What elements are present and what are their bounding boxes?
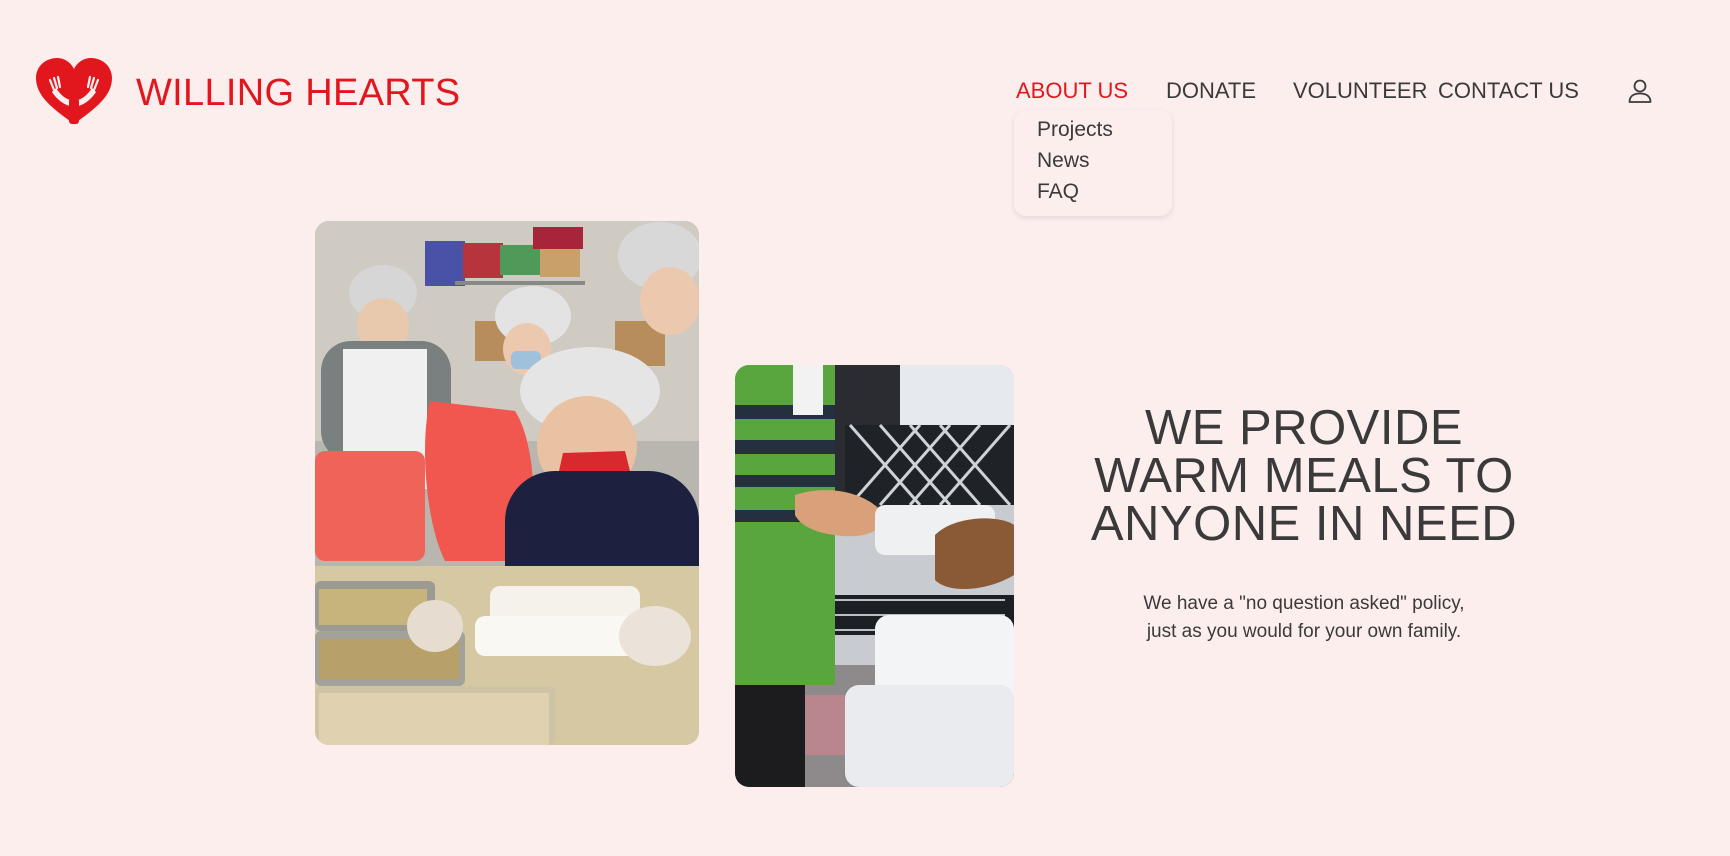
hero-description-line: just as you would for your own family. (1146, 621, 1462, 642)
brand-name: WILLING HEARTS (136, 71, 461, 114)
user-account-button[interactable] (1626, 77, 1654, 105)
nav-donate[interactable]: DONATE (1166, 78, 1256, 104)
nav-volunteer[interactable]: VOLUNTEER (1293, 78, 1427, 104)
heart-hands-icon (36, 58, 112, 124)
hero-description: We have a "no question asked" policy, ju… (1064, 590, 1544, 646)
nav-contact-us[interactable]: CONTACT US (1438, 78, 1579, 104)
home-logo-link[interactable]: WILLING HEARTS (34, 58, 460, 128)
dropdown-item-projects[interactable]: Projects (1037, 118, 1113, 142)
nav-about-us[interactable]: ABOUT US (1016, 78, 1128, 104)
hero-heading-line: WE PROVIDE (1144, 401, 1464, 455)
dropdown-item-faq[interactable]: FAQ (1037, 180, 1079, 204)
page: WILLING HEARTS ABOUT US DONATE VOLUNTEER… (0, 0, 1730, 856)
hero-heading-line: WARM MEALS TO (1094, 449, 1514, 503)
about-us-dropdown: Projects News FAQ (1014, 110, 1172, 216)
hero-description-line: We have a "no question asked" policy, (1143, 593, 1465, 614)
meal-handover-photo (735, 365, 1014, 787)
hero-heading: WE PROVIDE WARM MEALS TO ANYONE IN NEED (1064, 401, 1544, 551)
hero-heading-line: ANYONE IN NEED (1090, 497, 1518, 551)
user-icon (1628, 79, 1652, 103)
dropdown-item-news[interactable]: News (1037, 149, 1090, 173)
volunteers-packing-photo (315, 221, 699, 745)
